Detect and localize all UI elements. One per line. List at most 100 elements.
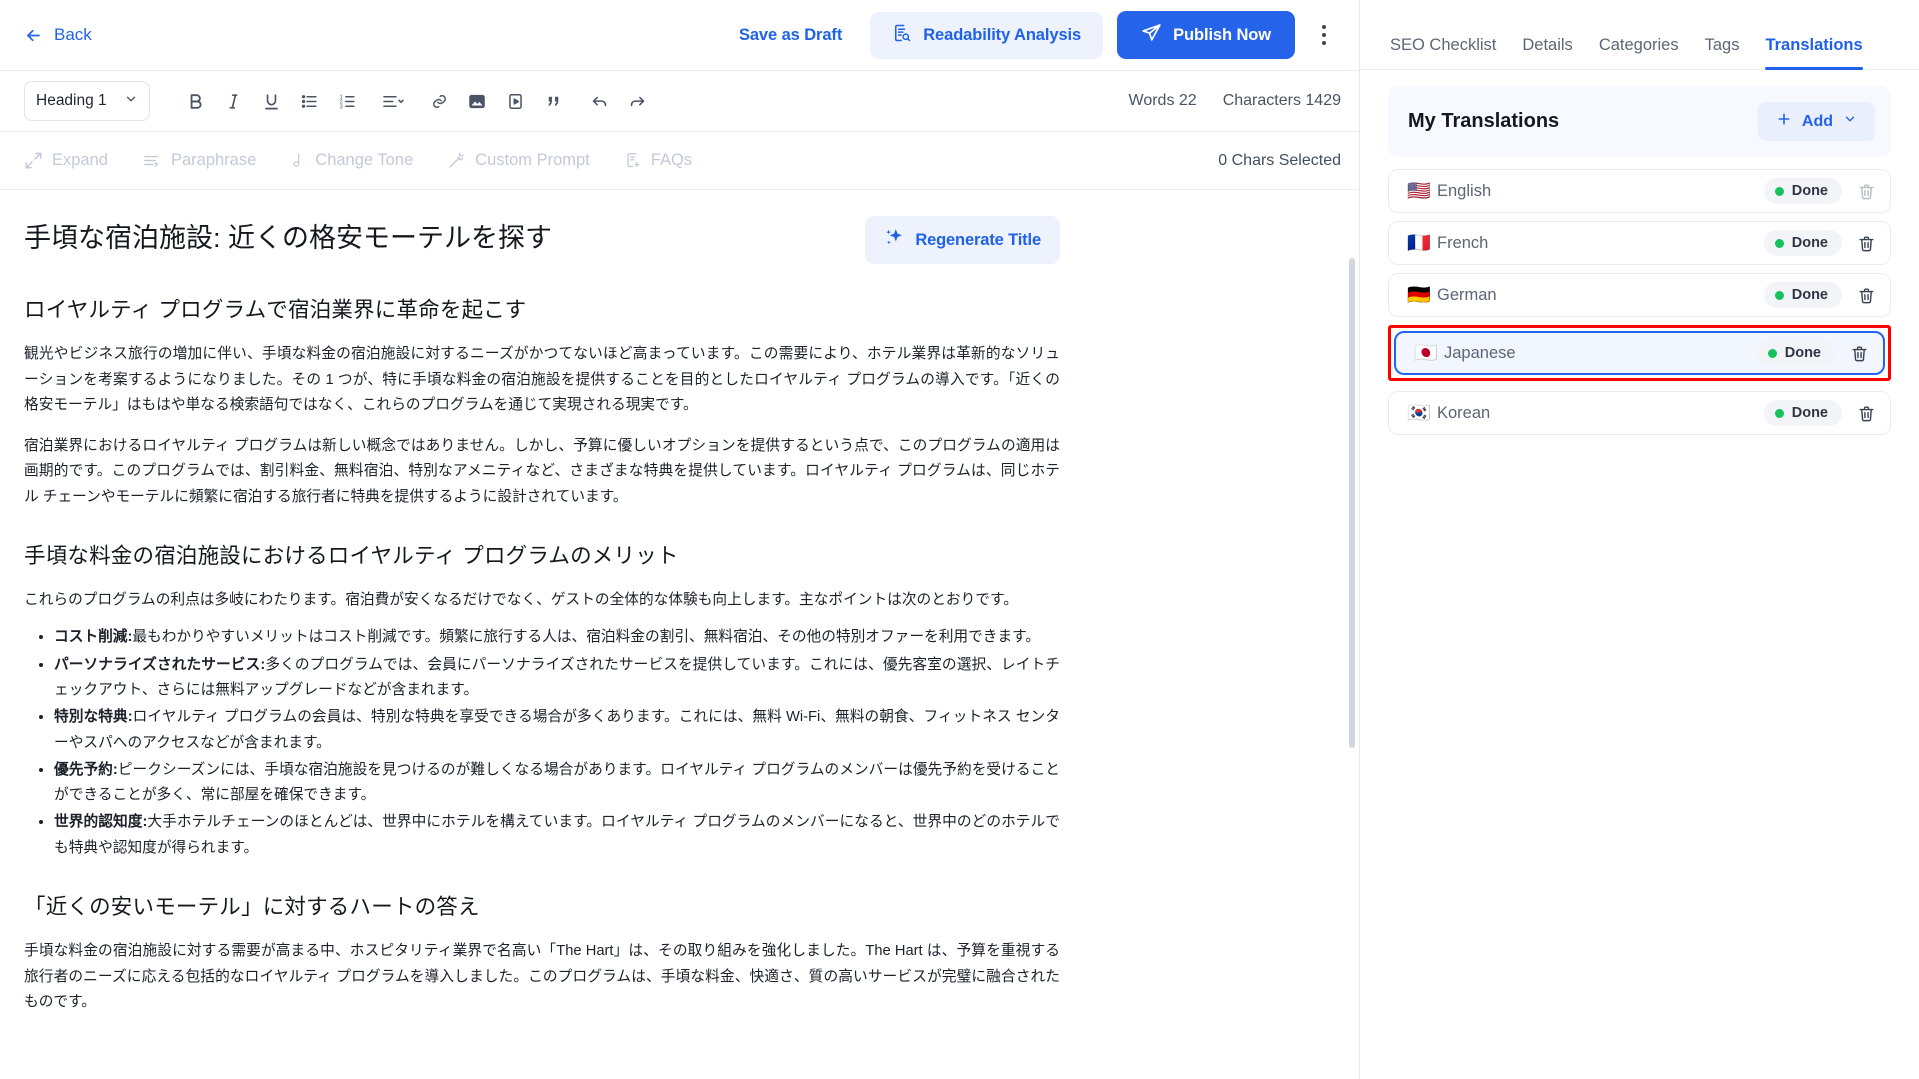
- status-dot: [1774, 408, 1784, 418]
- editor-pane: Back Save as Draft Readability Analysis …: [0, 0, 1359, 1079]
- delete-translation-button[interactable]: [1842, 286, 1876, 305]
- translations-list: 🇺🇸 English Done 🇫🇷 French Done 🇩🇪 German…: [1388, 169, 1891, 435]
- document-heading-1: ロイヤルティ プログラムで宿泊業界に革命を起こす: [24, 298, 527, 322]
- chevron-down-icon: [1843, 112, 1857, 131]
- readability-label: Readability Analysis: [923, 25, 1082, 44]
- ai-custom-prompt-label: Custom Prompt: [475, 151, 590, 169]
- kebab-dot: [1322, 41, 1326, 45]
- flag-icon-kr: 🇰🇷: [1407, 402, 1431, 424]
- numbered-list-icon[interactable]: 123: [328, 82, 366, 120]
- ai-change-tone-button[interactable]: Change Tone: [290, 151, 413, 170]
- translation-language-label: Korean: [1437, 403, 1491, 422]
- translation-row-french[interactable]: 🇫🇷 French Done: [1388, 221, 1891, 265]
- ai-faqs-button[interactable]: FAQs: [624, 151, 692, 170]
- scrollbar-thumb[interactable]: [1349, 258, 1355, 748]
- regenerate-title-button[interactable]: Regenerate Title: [865, 216, 1060, 264]
- translation-row-german[interactable]: 🇩🇪 German Done: [1388, 273, 1891, 317]
- list-item-text: ピークシーズンには、手頃な宿泊施設を見つけるのが難しくなる場合があります。ロイヤ…: [54, 761, 1060, 804]
- character-count: Characters 1429: [1222, 92, 1341, 109]
- send-icon: [1141, 22, 1162, 48]
- flag-icon-us: 🇺🇸: [1407, 180, 1431, 202]
- list-item-text: 最もわかりやすいメリットはコスト削減です。頻繁に旅行する人は、宿泊料金の割引、無…: [132, 629, 1041, 646]
- arrow-left-icon: [24, 26, 43, 45]
- chevron-down-icon: [124, 92, 138, 111]
- ai-expand-label: Expand: [52, 151, 108, 169]
- underline-icon[interactable]: [252, 82, 290, 120]
- link-icon[interactable]: [420, 82, 458, 120]
- bold-icon[interactable]: [176, 82, 214, 120]
- document-paragraph-2: 宿泊業界におけるロイヤルティ プログラムは新しい概念ではありません。しかし、予算…: [24, 438, 1060, 505]
- delete-translation-button[interactable]: [1842, 182, 1876, 201]
- status-label: Done: [1791, 183, 1828, 199]
- more-options-button[interactable]: [1307, 16, 1341, 54]
- document-paragraph-3: これらのプログラムの利点は多岐にわたります。宿泊費が安くなるだけでなく、ゲストの…: [24, 592, 1018, 609]
- page-title[interactable]: 手頃な宿泊施設: 近くの格安モーテルを探す: [24, 216, 845, 258]
- word-count: Words 22: [1128, 92, 1197, 109]
- delete-translation-button[interactable]: [1842, 404, 1876, 423]
- ai-paraphrase-label: Paraphrase: [170, 151, 257, 169]
- document-heading-2: 手頃な料金の宿泊施設におけるロイヤルティ プログラムのメリット: [24, 543, 679, 568]
- delete-translation-button[interactable]: [1842, 234, 1876, 253]
- status-dot: [1774, 238, 1784, 248]
- status-badge: Done: [1763, 230, 1842, 256]
- document-benefits-list: コスト削減:最もわかりやすいメリットはコスト削減です。頻繁に旅行する人は、宿泊料…: [24, 625, 1060, 861]
- list-item-term: 世界的認知度:: [54, 814, 148, 831]
- right-sidebar: SEO Checklist Details Categories Tags Tr…: [1359, 0, 1919, 1079]
- align-icon[interactable]: [374, 82, 412, 120]
- svg-text:3: 3: [339, 104, 342, 110]
- list-item: 世界的認知度:大手ホテルチェーンのほとんどは、世界中にホテルを構えています。ロイ…: [54, 810, 1060, 861]
- delete-translation-button[interactable]: [1835, 344, 1869, 363]
- status-label: Done: [1784, 345, 1821, 361]
- blockquote-icon[interactable]: [534, 82, 572, 120]
- heading-level-select[interactable]: Heading 1: [24, 81, 150, 121]
- status-badge: Done: [1763, 400, 1842, 426]
- document-paragraph-1: 観光やビジネス旅行の増加に伴い、手頃な料金の宿泊施設に対するニーズがかつてないほ…: [24, 346, 1060, 413]
- top-bar: Back Save as Draft Readability Analysis …: [0, 0, 1359, 70]
- status-badge: Done: [1763, 282, 1842, 308]
- heading-level-value: Heading 1: [36, 92, 107, 109]
- tab-tags[interactable]: Tags: [1705, 36, 1740, 69]
- tab-details[interactable]: Details: [1522, 36, 1572, 69]
- kebab-dot: [1322, 25, 1326, 29]
- publish-now-button[interactable]: Publish Now: [1117, 11, 1295, 59]
- list-item-text: 大手ホテルチェーンのほとんどは、世界中にホテルを構えています。ロイヤルティ プロ…: [54, 814, 1060, 856]
- plus-icon: [1776, 111, 1792, 132]
- add-translation-button[interactable]: Add: [1757, 102, 1875, 141]
- chars-selected-label: 0 Chars Selected: [1218, 151, 1341, 169]
- status-dot: [1767, 348, 1777, 358]
- tab-seo-checklist[interactable]: SEO Checklist: [1390, 36, 1496, 69]
- back-button[interactable]: Back: [24, 25, 92, 45]
- document-scroll-area[interactable]: 手頃な宿泊施設: 近くの格安モーテルを探す Regenerate Title ロ…: [0, 190, 1359, 1079]
- italic-icon[interactable]: [214, 82, 252, 120]
- ai-paraphrase-button[interactable]: Paraphrase: [142, 151, 256, 170]
- translations-header: My Translations Add: [1388, 86, 1891, 157]
- translations-title: My Translations: [1408, 110, 1560, 132]
- translations-panel: My Translations Add 🇺🇸 English Done 🇫🇷 F…: [1360, 70, 1919, 443]
- ai-expand-button[interactable]: Expand: [24, 151, 108, 170]
- video-icon[interactable]: [496, 82, 534, 120]
- regenerate-title-label: Regenerate Title: [915, 230, 1041, 249]
- list-item-term: 優先予約:: [54, 761, 118, 778]
- translation-row-korean[interactable]: 🇰🇷 Korean Done: [1388, 391, 1891, 435]
- image-icon[interactable]: [458, 82, 496, 120]
- list-item-term: パーソナライズされたサービス:: [54, 656, 266, 673]
- tab-categories[interactable]: Categories: [1599, 36, 1679, 69]
- tab-translations[interactable]: Translations: [1765, 36, 1863, 70]
- save-as-draft-button[interactable]: Save as Draft: [739, 26, 842, 45]
- readability-analysis-button[interactable]: Readability Analysis: [870, 11, 1104, 59]
- selection-highlight-box: 🇯🇵 Japanese Done: [1388, 325, 1891, 381]
- document-scrollbar[interactable]: [1349, 190, 1355, 1079]
- back-label: Back: [54, 25, 92, 44]
- bullet-list-icon[interactable]: [290, 82, 328, 120]
- translation-row-english[interactable]: 🇺🇸 English Done: [1388, 169, 1891, 213]
- ai-custom-prompt-button[interactable]: Custom Prompt: [447, 151, 590, 170]
- document-title-row: 手頃な宿泊施設: 近くの格安モーテルを探す Regenerate Title: [24, 216, 1060, 264]
- redo-icon[interactable]: [618, 82, 656, 120]
- faq-document-icon: [624, 151, 642, 170]
- document-body[interactable]: 手頃な宿泊施設: 近くの格安モーテルを探す Regenerate Title ロ…: [0, 190, 1100, 1035]
- status-badge: Done: [1756, 340, 1835, 366]
- counters: Words 22 Characters 1429: [1129, 92, 1341, 110]
- list-item: コスト削減:最もわかりやすいメリットはコスト削減です。頻繁に旅行する人は、宿泊料…: [54, 625, 1060, 650]
- undo-icon[interactable]: [580, 82, 618, 120]
- translation-row-japanese[interactable]: 🇯🇵 Japanese Done: [1394, 331, 1885, 375]
